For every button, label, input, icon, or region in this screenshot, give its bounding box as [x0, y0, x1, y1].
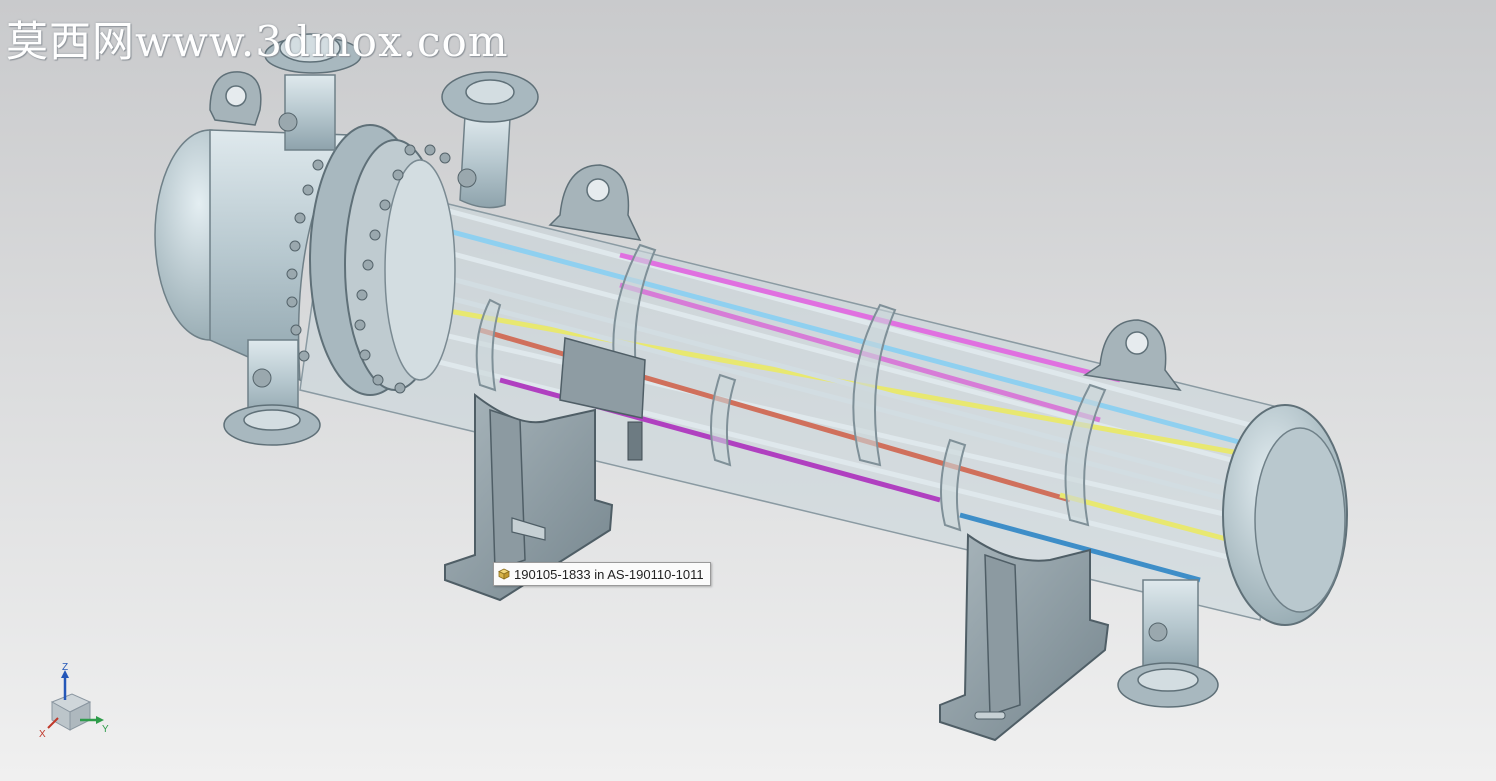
selection-tooltip: 190105-1833 in AS-190110-1011 — [493, 562, 711, 586]
3d-viewport[interactable]: 莫西网www.3dmox.com 190105-1833 in AS-19011… — [0, 0, 1496, 781]
nozzle-top-middle — [441, 71, 539, 209]
y-axis-label: Y — [102, 724, 109, 735]
site-watermark: 莫西网www.3dmox.com — [6, 17, 509, 66]
lifting-lug-middle — [548, 164, 642, 241]
part-cube-icon — [498, 568, 510, 580]
z-axis-label: Z — [62, 662, 68, 673]
coordinate-triad[interactable]: Z Y X — [30, 660, 120, 740]
saddle-support-right — [939, 533, 1110, 742]
tooltip-text: 190105-1833 in AS-190110-1011 — [514, 566, 704, 582]
x-axis-label: X — [39, 729, 46, 740]
right-dished-head — [1222, 404, 1348, 626]
lifting-lug-left — [209, 71, 262, 126]
heat-exchanger-model[interactable] — [0, 0, 1496, 781]
